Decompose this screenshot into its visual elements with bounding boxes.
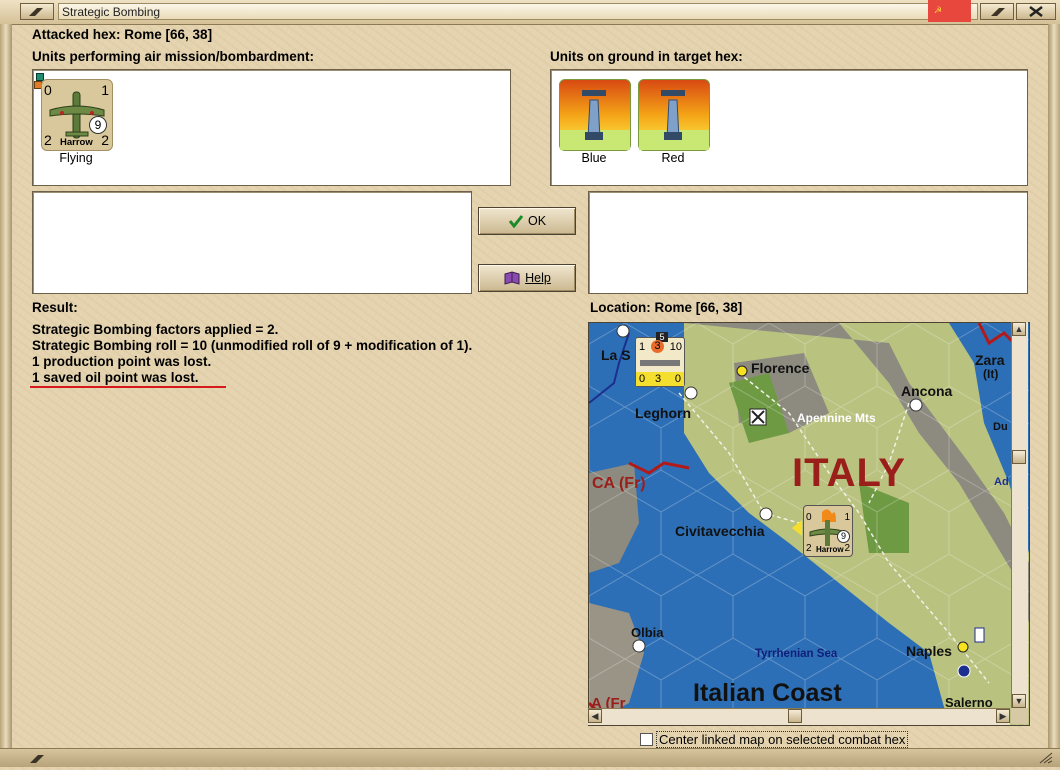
center-map-checkbox[interactable] xyxy=(640,733,653,746)
stack-b2: 3 xyxy=(655,373,662,385)
attacked-hex: Attacked hex: Rome [66, 38] xyxy=(32,27,213,42)
air-unit-counter[interactable]: 0 1 2 2 9 Harrow xyxy=(41,79,113,151)
result-heading: Result: xyxy=(32,300,78,315)
ground-units-heading: Units on ground in target hex: xyxy=(550,49,743,64)
result-line: 1 saved oil point was lost. xyxy=(32,370,199,385)
location-label: Location: Rome [66, 38] xyxy=(590,300,743,315)
counter-top-left: 0 xyxy=(44,82,52,98)
result-lines: Strategic Bombing factors applied = 2. S… xyxy=(32,322,472,386)
scroll-up-arrow-icon[interactable]: ▲ xyxy=(1012,322,1026,336)
result-line: 1 production point was lost. xyxy=(32,354,212,369)
close-icon xyxy=(1029,6,1043,17)
ground-units-panel: Blue Red xyxy=(550,69,1028,186)
flag-icon: ☭ xyxy=(928,0,971,22)
map-view[interactable]: La S Florence Zara (It) Ancona Leghorn A… xyxy=(588,322,1030,726)
map-label-tyrrhenian: Tyrrhenian Sea xyxy=(755,648,838,660)
help-button[interactable]: Help xyxy=(478,264,576,292)
map-vertical-scrollbar[interactable]: ▲ ▼ xyxy=(1011,322,1028,708)
stack-b3: 0 xyxy=(674,373,681,385)
map-label-apennine: Apennine Mts xyxy=(797,411,876,425)
ground-unit-blue[interactable] xyxy=(559,79,631,151)
center-map-checkbox-label[interactable]: Center linked map on selected combat hex xyxy=(656,731,909,748)
svg-text:☭: ☭ xyxy=(934,6,942,16)
stack-n3: 10 xyxy=(669,341,682,353)
ground-unit-blue-label: Blue xyxy=(581,151,607,165)
air-units-heading: Units performing air mission/bombardment… xyxy=(32,49,315,64)
scroll-down-arrow-icon[interactable]: ▼ xyxy=(1012,694,1026,708)
horizontal-scroll-thumb[interactable] xyxy=(788,709,802,723)
harrow-tr: 1 xyxy=(844,512,850,523)
map-label-italy: ITALY xyxy=(792,451,906,495)
help-button-label: Help xyxy=(525,271,551,285)
window-title: Strategic Bombing xyxy=(62,5,161,19)
stack-unit-icon xyxy=(640,360,680,366)
map-horizontal-scrollbar[interactable]: ◀ ▶ xyxy=(588,708,1010,725)
counter-top-right: 1 xyxy=(101,82,109,98)
map-label-florence: Florence xyxy=(751,360,810,376)
attacker-detail-panel xyxy=(32,191,472,294)
title-field xyxy=(58,3,978,20)
ok-button-label: OK xyxy=(527,214,547,228)
scroll-corner xyxy=(1011,708,1028,724)
defender-detail-panel xyxy=(588,191,1028,294)
help-book-icon xyxy=(504,271,520,285)
map-label-olbia: Olbia xyxy=(631,625,664,640)
map-label-italian-coast: Italian Coast xyxy=(693,679,842,707)
map-harrow-counter[interactable]: 0 1 2 2 9 Harrow xyxy=(792,505,853,557)
factory-icon xyxy=(560,90,630,150)
map-label-civitavecchia: Civitavecchia xyxy=(675,523,765,539)
window-menu-icon xyxy=(29,8,43,16)
counter-bottom-left: 2 xyxy=(44,132,52,148)
close-button[interactable] xyxy=(1016,3,1056,20)
map-label-zara-it: (It) xyxy=(983,367,999,381)
ground-unit-red[interactable] xyxy=(638,79,710,151)
stack-b1: 0 xyxy=(639,373,646,385)
minimize-icon xyxy=(991,8,1005,16)
map-label-ca-fr: CA (Fr) xyxy=(592,475,646,492)
minimize-button[interactable] xyxy=(980,3,1014,20)
map-label-leghorn: Leghorn xyxy=(635,405,691,421)
result-line: Strategic Bombing roll = 10 (unmodified … xyxy=(32,338,473,353)
map-label-ancona: Ancona xyxy=(901,383,953,399)
window-frame-right xyxy=(1048,24,1060,766)
ok-button[interactable]: OK xyxy=(478,207,576,235)
map-label-du: Du xyxy=(993,421,1008,433)
harrow-name: Harrow xyxy=(816,545,844,554)
window-frame-left xyxy=(0,24,12,766)
window-menu-button[interactable] xyxy=(20,3,54,20)
ground-unit-red-label: Red xyxy=(661,151,685,165)
stack-n1: 1 xyxy=(639,341,646,353)
map-label-zara: Zara xyxy=(975,352,1005,368)
harrow-tl: 0 xyxy=(806,512,812,523)
vertical-scroll-thumb[interactable] xyxy=(1012,450,1026,464)
scroll-right-arrow-icon[interactable]: ▶ xyxy=(996,709,1010,723)
harrow-badge: 9 xyxy=(837,530,850,543)
harrow-bl: 2 xyxy=(806,543,812,554)
red-underline xyxy=(30,386,226,388)
stack-n2: 3 xyxy=(651,340,664,353)
scroll-left-arrow-icon[interactable]: ◀ xyxy=(588,709,602,723)
map-label-ad: Ad xyxy=(994,476,1009,488)
air-units-panel: 0 1 2 2 9 Harrow Flying xyxy=(32,69,511,186)
factory-icon xyxy=(639,90,709,150)
map-label-la-s: La S xyxy=(601,347,631,363)
map-label-naples: Naples xyxy=(906,643,952,659)
direction-arrow-icon xyxy=(792,520,802,536)
result-line: Strategic Bombing factors applied = 2. xyxy=(32,322,279,337)
harrow-br: 2 xyxy=(844,543,850,554)
air-unit-status: Flying xyxy=(59,151,93,165)
counter-unit-name: Harrow xyxy=(60,137,93,148)
window-frame-bottom xyxy=(0,748,1060,767)
map-unit-stack[interactable]: 5 1 3 10 0 3 0 xyxy=(635,332,685,387)
counter-badge: 9 xyxy=(89,116,107,134)
title-bar: Strategic Bombing ☭ xyxy=(0,0,1060,25)
checkmark-icon xyxy=(508,215,524,228)
counter-bottom-right: 2 xyxy=(101,132,109,148)
